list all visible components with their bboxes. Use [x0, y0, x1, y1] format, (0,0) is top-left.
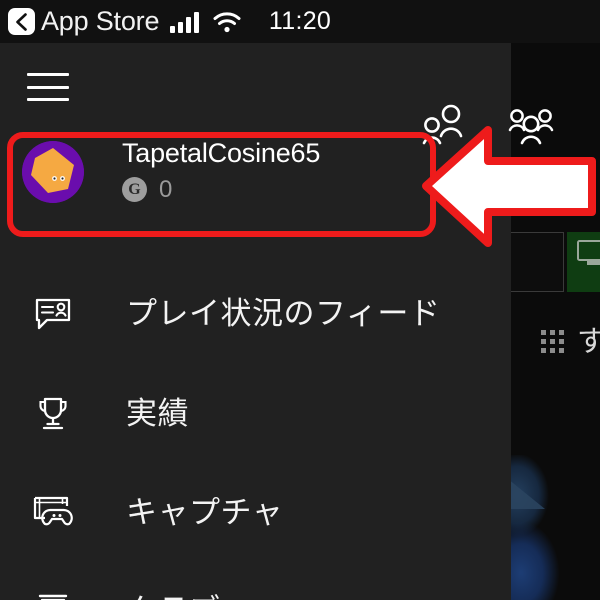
- menu-item-label: 実績: [126, 396, 189, 432]
- background-photo: [511, 455, 581, 600]
- drawer-toolbar: [0, 43, 554, 145]
- captures-film-controller-icon: [31, 491, 75, 535]
- trophy-icon: [31, 392, 75, 436]
- gamerscore-badge-icon: G: [122, 177, 147, 202]
- menu-item-label: クラブ: [126, 591, 221, 600]
- menu-item-achievements[interactable]: 実績: [0, 378, 511, 450]
- left-pointing-arrow: [422, 126, 596, 247]
- profile-row[interactable]: TapetalCosine65 G 0: [0, 133, 440, 223]
- menu-item-label: プレイ状況のフィード: [126, 296, 441, 332]
- app-screen: す App Store 11:20 TapetalCosine65 G 0 プレ…: [0, 0, 600, 600]
- gamertag-label: TapetalCosine65: [122, 138, 321, 168]
- status-bar-clock: 11:20: [268, 7, 332, 35]
- menu-item-activity-feed[interactable]: プレイ状況のフィード: [0, 278, 511, 350]
- gamerpic-avatar[interactable]: [22, 141, 84, 203]
- gamerscore-value: 0: [159, 176, 173, 203]
- menu-item-captures[interactable]: キャプチャ: [0, 477, 511, 549]
- status-bar: App Store 11:20: [0, 0, 600, 43]
- background-partial-text: す: [577, 326, 600, 358]
- menu-item-clubs[interactable]: クラブ: [0, 575, 511, 600]
- activity-feed-icon: [31, 292, 75, 336]
- menu-item-label: キャプチャ: [126, 495, 284, 531]
- hamburger-menu-icon[interactable]: [27, 73, 69, 101]
- gamerscore-line: G 0: [122, 177, 320, 202]
- profile-text-block: TapetalCosine65 G 0: [122, 137, 320, 202]
- dots-grid-icon[interactable]: [541, 330, 565, 354]
- clubs-banner-icon: [31, 589, 75, 600]
